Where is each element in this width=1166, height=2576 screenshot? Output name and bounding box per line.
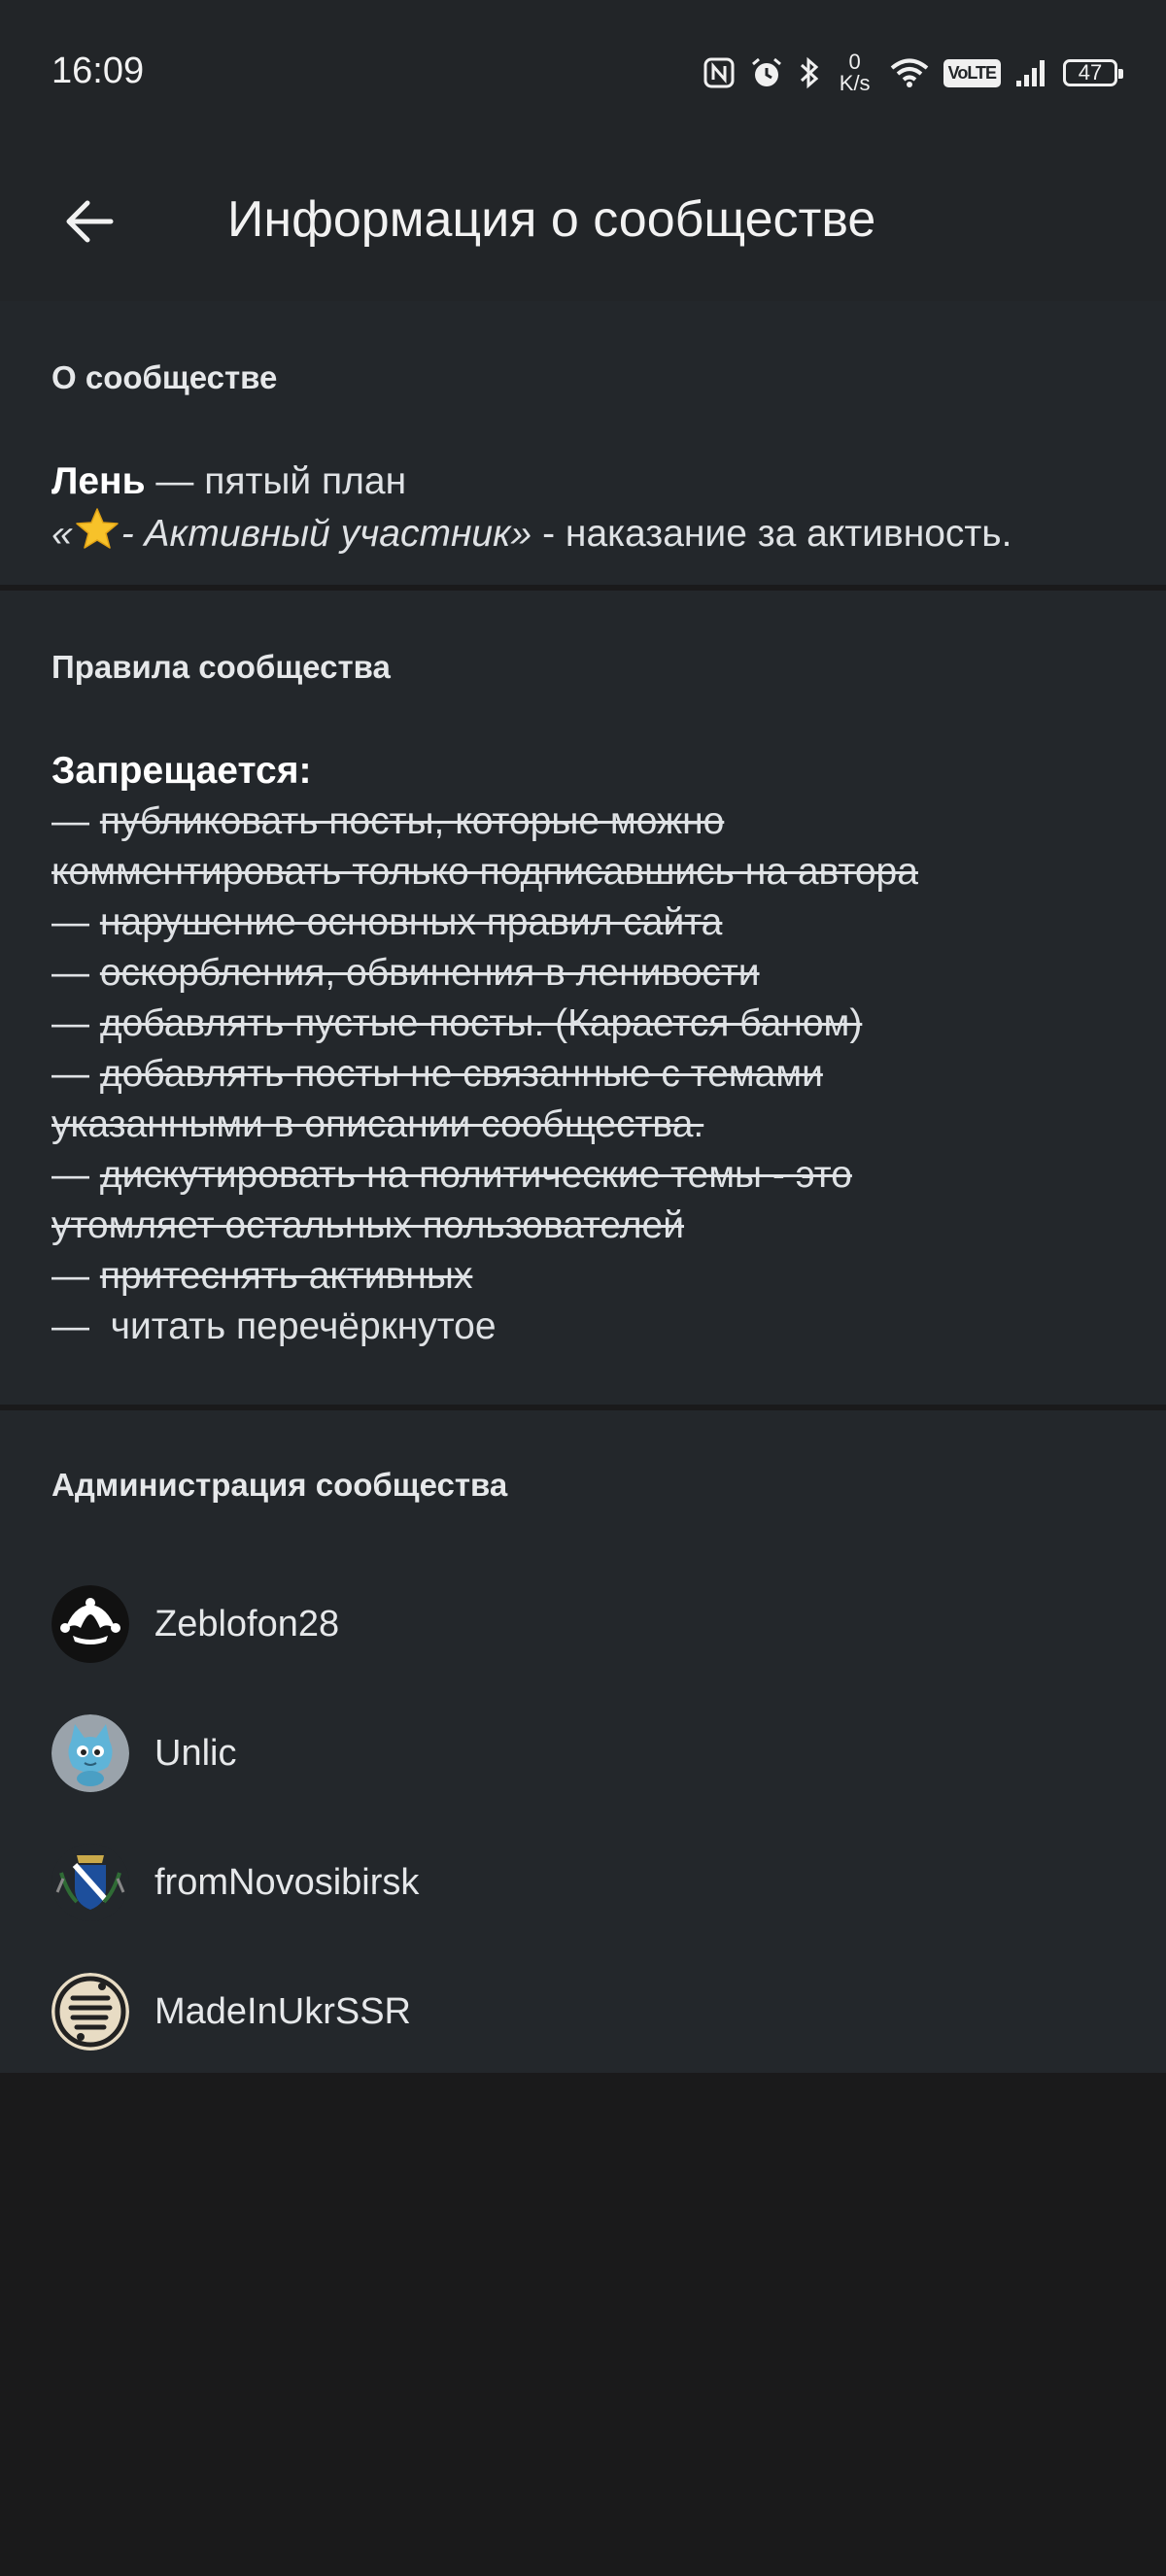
nfc-icon <box>703 56 736 89</box>
rule-text: комментировать только подписавшись на ав… <box>51 851 918 893</box>
rule-dash: — <box>51 1154 100 1196</box>
rule-line: утомляет остальных пользователей <box>51 1201 918 1251</box>
admin-row-fromnovosibirsk[interactable]: fromNovosibirsk <box>51 1842 419 1923</box>
admins-section: Администрация сообщества Zeblofon28 Unli… <box>0 1410 1166 2073</box>
wifi-icon <box>889 56 930 89</box>
rule-dash: — <box>51 800 100 842</box>
bluetooth-icon <box>798 55 821 90</box>
rule-dash: — <box>51 1255 100 1297</box>
rule-text: указанными в описании сообщества. <box>51 1103 704 1145</box>
rule-line: — добавлять посты не связанные с темами <box>51 1049 918 1100</box>
rule-line: — дискутировать на политические темы - э… <box>51 1150 918 1201</box>
about-italic-role: - Активный участник <box>120 513 511 555</box>
admins-heading: Администрация сообщества <box>51 1467 508 1503</box>
rules-text: Запрещается: — публиковать посты, которы… <box>51 746 918 1352</box>
rule-text: оскорбления, обвинения в ленивости <box>99 952 760 994</box>
rule-text: добавлять пустые посты. (Карается баном) <box>99 1002 863 1044</box>
rule-dash: — <box>51 901 100 943</box>
about-heading: О сообществе <box>51 359 278 395</box>
net-speed-value: 0 <box>848 50 861 74</box>
rule-text: притеснять активных <box>99 1255 473 1297</box>
rules-section: Правила сообщества Запрещается: — публик… <box>0 591 1166 1405</box>
rule-text: публиковать посты, которые можно <box>99 800 725 842</box>
quote-open: « <box>51 513 73 555</box>
net-speed-unit: K/s <box>839 71 871 95</box>
rule-text: утомляет остальных пользователей <box>51 1204 685 1246</box>
rule-line: комментировать только подписавшись на ав… <box>51 847 918 898</box>
about-section: О сообществе Лень — пятый план « - Активн… <box>0 301 1166 585</box>
jester-hat-avatar <box>51 1585 129 1663</box>
volte-icon: VoLTE <box>943 58 1001 87</box>
admin-row-unlic[interactable]: Unlic <box>51 1712 236 1794</box>
rule-line: — публиковать посты, которые можно <box>51 797 918 847</box>
rule-last-line: — читать перечёркнутое <box>51 1305 497 1347</box>
admin-name: MadeInUkrSSR <box>154 1990 411 2032</box>
rule-text: нарушение основных правил сайта <box>99 901 723 943</box>
status-icons: 0 K/s VoLTE 47 <box>703 47 1123 99</box>
status-time: 16:09 <box>51 51 145 91</box>
admin-row-zeblofon28[interactable]: Zeblofon28 <box>51 1583 339 1665</box>
admin-name: Unlic <box>154 1732 237 1774</box>
rules-title: Запрещается: <box>51 750 312 792</box>
rule-dash: — <box>51 1053 100 1095</box>
blue-cat-avatar <box>51 1714 129 1792</box>
rule-text: дискутировать на политические темы - это <box>99 1154 852 1196</box>
about-line1-rest: — пятый план <box>145 460 407 502</box>
quote-close: » <box>510 513 532 555</box>
battery-level: 47 <box>1078 60 1103 85</box>
page-title: Информация о сообществе <box>227 191 876 248</box>
status-bar: 16:09 0 K/s VoLTE 47 <box>0 0 1166 146</box>
about-line-1: Лень — пятый план <box>51 457 1012 507</box>
rule-text: добавлять посты не связанные с темами <box>99 1053 823 1095</box>
rule-line: — притеснять активных <box>51 1251 918 1302</box>
back-button[interactable] <box>49 183 130 264</box>
app-bar: Информация о сообществе <box>0 146 1166 301</box>
rule-line: — оскорбления, обвинения в ленивости <box>51 948 918 999</box>
rule-line: указанными в описании сообщества. <box>51 1100 918 1150</box>
rule-dash: — <box>51 952 100 994</box>
signal-icon <box>1014 57 1049 88</box>
net-speed: 0 K/s <box>835 51 875 94</box>
rule-dash: — <box>51 1002 100 1044</box>
rule-line: — добавлять пустые посты. (Карается бано… <box>51 999 918 1049</box>
about-bold-word: Лень <box>51 460 146 502</box>
admin-name: fromNovosibirsk <box>154 1861 420 1903</box>
star-emoji-icon <box>75 507 120 563</box>
alarm-icon <box>749 55 784 90</box>
about-line-2: « - Активный участник» - наказание за акт… <box>51 507 1012 563</box>
admin-row-madeinukrssr[interactable]: MadeInUkrSSR <box>51 1971 411 2052</box>
rules-heading: Правила сообщества <box>51 649 391 685</box>
arrow-left-icon <box>60 192 119 255</box>
rule-line: — нарушение основных правил сайта <box>51 898 918 948</box>
lettering-avatar <box>51 1973 129 2051</box>
coat-of-arms-avatar <box>51 1844 129 1921</box>
about-line2-rest: - наказание за активность. <box>532 513 1012 555</box>
admin-name: Zeblofon28 <box>154 1603 340 1644</box>
battery-icon: 47 <box>1063 59 1123 86</box>
about-description: Лень — пятый план « - Активный участник» … <box>51 457 1012 563</box>
